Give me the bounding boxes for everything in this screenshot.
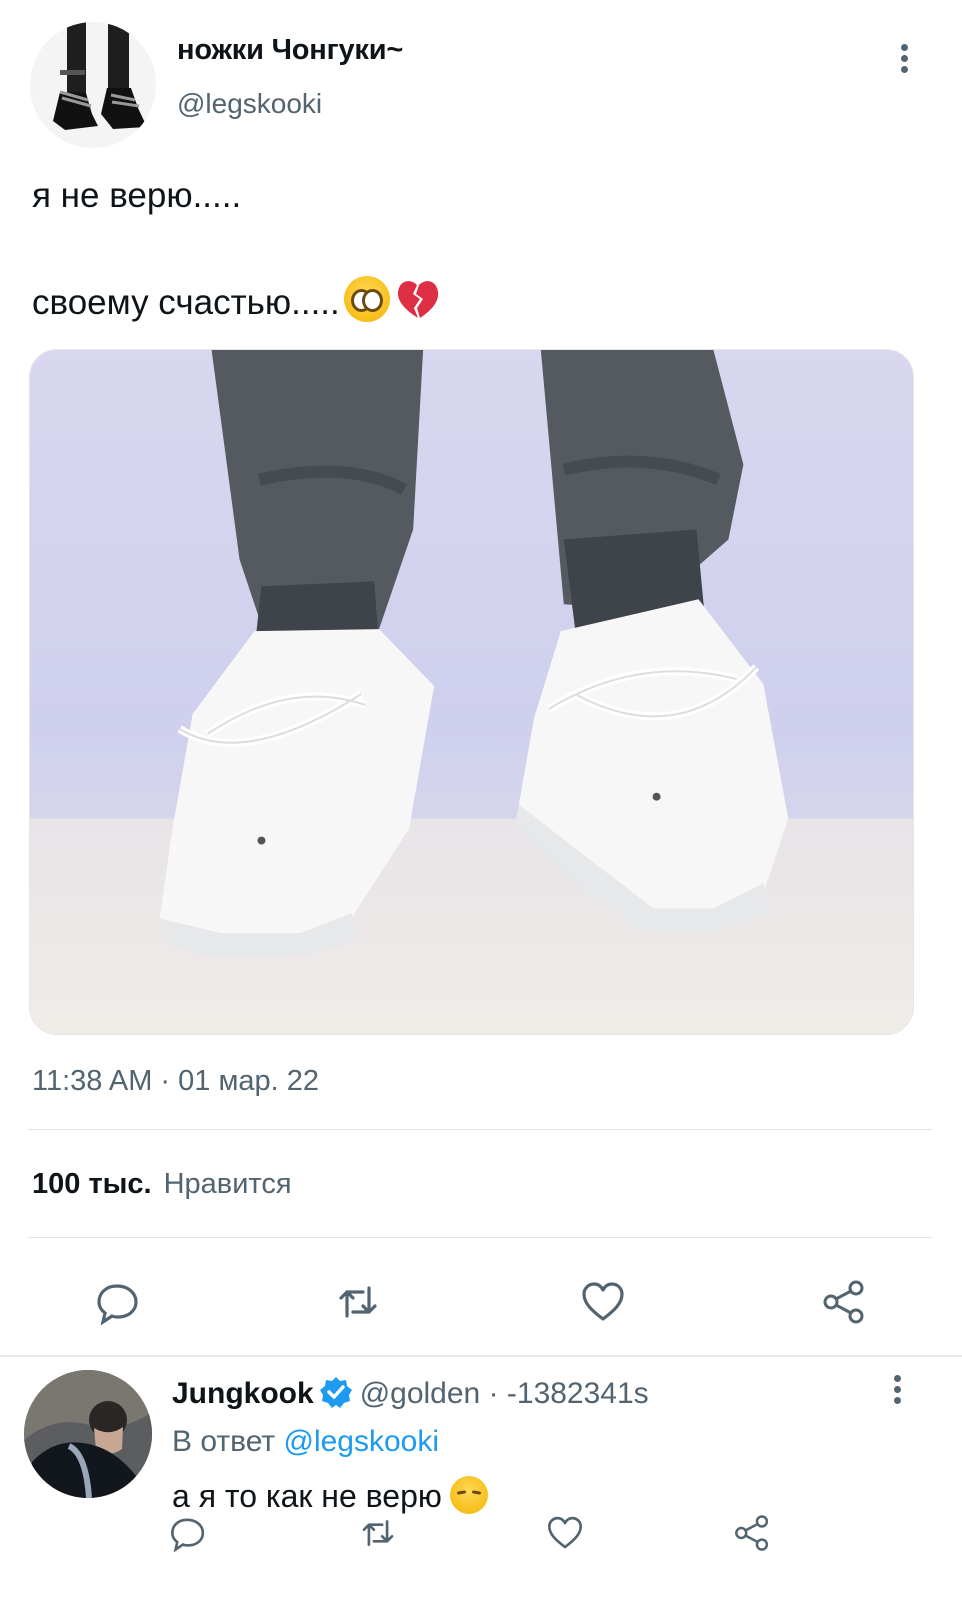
more-options-icon[interactable]	[887, 1375, 907, 1409]
retweet-icon	[362, 1520, 394, 1546]
reply-to-mention[interactable]: @legskooki	[283, 1425, 439, 1458]
retweet-icon	[339, 1286, 377, 1318]
tweet-text-line-2: своему счастью.....	[32, 276, 442, 323]
author-avatar[interactable]	[30, 22, 156, 148]
more-options-icon[interactable]	[894, 44, 914, 78]
reply-share-button[interactable]	[730, 1511, 774, 1555]
like-icon	[547, 1516, 583, 1549]
verified-badge-icon	[319, 1377, 352, 1408]
divider-stats	[28, 1129, 932, 1130]
reply-to-line: В ответ @legskooki	[172, 1425, 439, 1459]
likes-label: Нравится	[163, 1168, 292, 1200]
reply-icon	[97, 1284, 138, 1325]
retweet-button[interactable]	[330, 1274, 386, 1330]
reply-author-avatar[interactable]	[24, 1370, 152, 1498]
reply-retweet-button[interactable]	[356, 1511, 400, 1555]
reply-tweet[interactable]: Jungkook @golden · -1382341s В ответ @le…	[0, 1357, 962, 1600]
author-display-name[interactable]: ножки Чонгуки~	[177, 34, 403, 67]
reply-text: а я то как не верю	[172, 1476, 488, 1515]
tweet-text-line-1: я не верю.....	[32, 176, 242, 215]
reply-display-name[interactable]: Jungkook	[172, 1377, 314, 1410]
reply-icon	[170, 1518, 205, 1552]
reply-text-body: а я то как не верю	[172, 1478, 442, 1514]
portrait-icon	[24, 1370, 152, 1498]
tweet-timestamp[interactable]: 11:38 AM · 01 мар. 22	[32, 1065, 319, 1098]
like-icon	[582, 1282, 624, 1321]
reply-header: Jungkook @golden · -1382341s	[172, 1376, 649, 1411]
pensive-face-icon	[449, 1476, 488, 1514]
main-tweet: ножки Чонгуки~ @legskooki я не верю.....…	[0, 0, 962, 1356]
reply-reply-button[interactable]	[166, 1511, 210, 1555]
share-icon	[823, 1280, 864, 1324]
likes-count: 100 тыс.	[32, 1168, 152, 1200]
black-boots-icon	[30, 22, 156, 148]
likes-summary[interactable]: 100 тыс. Нравится	[32, 1168, 292, 1201]
broken-heart-icon	[397, 281, 438, 318]
like-button[interactable]	[575, 1274, 631, 1330]
photo-icon	[30, 350, 913, 1034]
reply-button[interactable]	[90, 1274, 146, 1330]
tweet-text: своему счастью.....	[32, 283, 340, 322]
pleading-face-icon	[343, 276, 390, 322]
tweet-image[interactable]	[29, 349, 914, 1035]
share-button[interactable]	[816, 1274, 872, 1330]
reply-to-prefix: В ответ	[172, 1425, 276, 1458]
reply-like-button[interactable]	[543, 1511, 587, 1555]
reply-handle-time: @golden · -1382341s	[359, 1377, 649, 1410]
share-icon	[735, 1515, 769, 1551]
author-handle[interactable]: @legskooki	[177, 88, 322, 120]
divider-actions	[28, 1237, 932, 1238]
